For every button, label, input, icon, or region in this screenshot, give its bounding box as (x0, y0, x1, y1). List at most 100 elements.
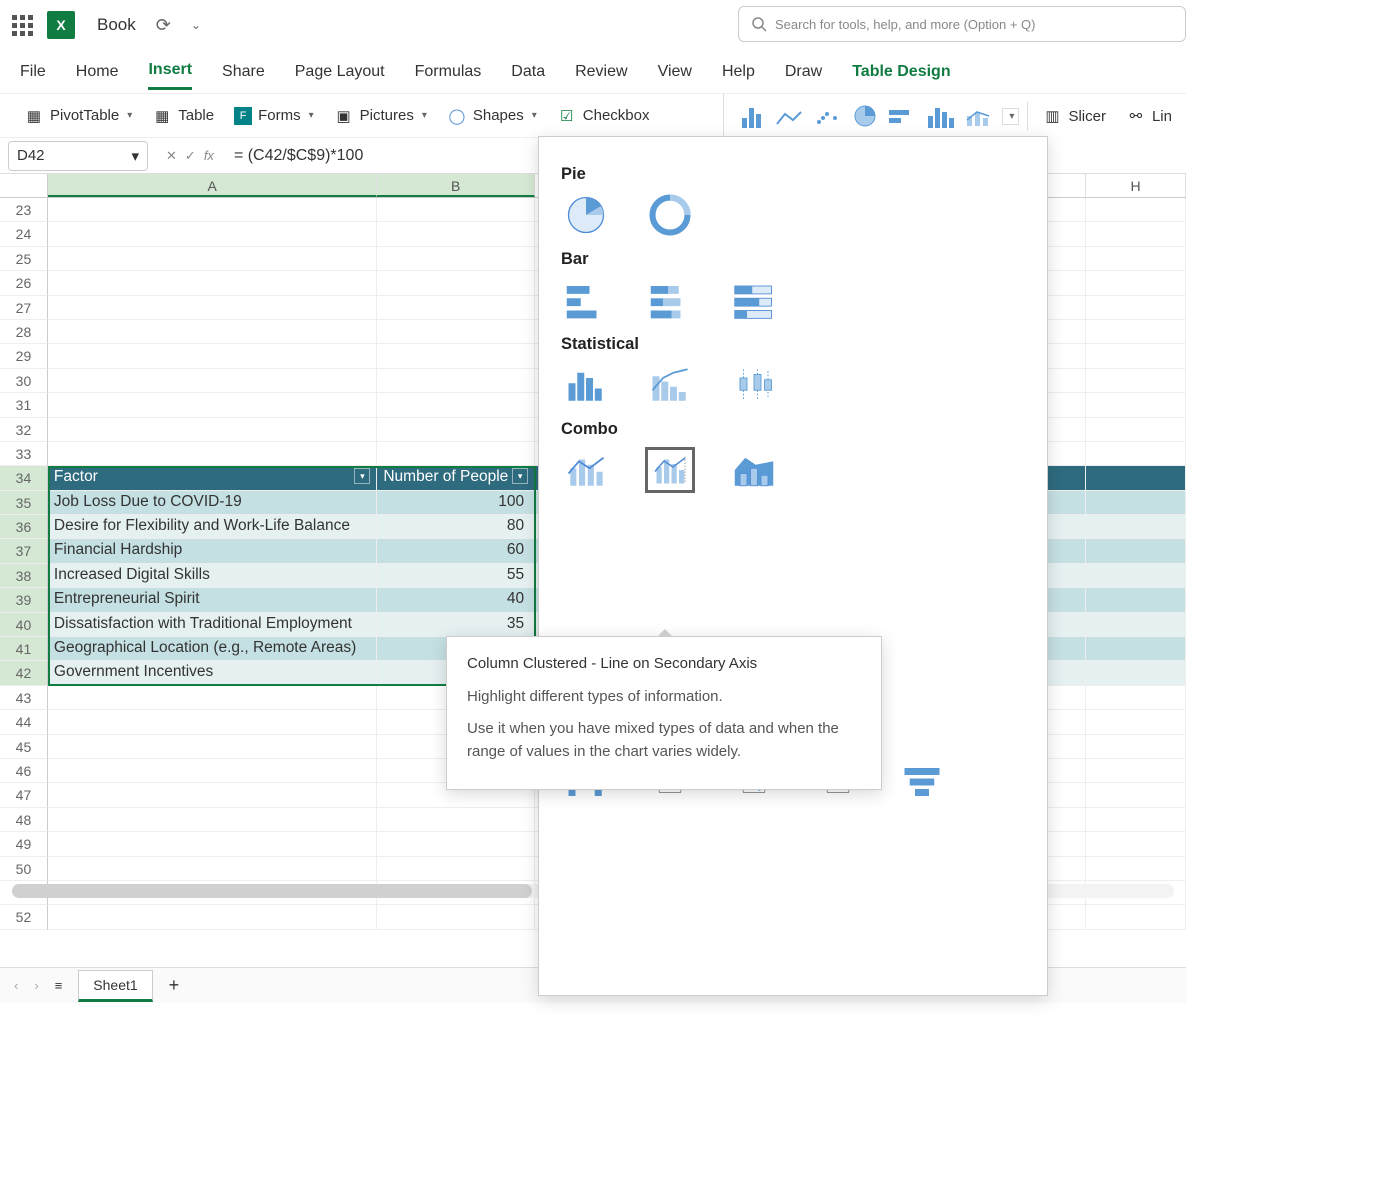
row-header[interactable]: 46 (0, 759, 48, 783)
bar-chart-icon[interactable] (888, 104, 918, 128)
cell[interactable] (1086, 661, 1186, 685)
row-header[interactable]: 28 (0, 320, 48, 344)
cell[interactable]: Factor▾ (48, 466, 377, 490)
combo-chart-icon[interactable] (964, 104, 994, 128)
all-sheets-icon[interactable]: ≡ (55, 978, 63, 993)
col-header-A[interactable]: A (48, 174, 377, 197)
cell[interactable] (48, 418, 377, 442)
cell[interactable]: 60 (377, 539, 535, 563)
bar-100stacked-option[interactable] (729, 277, 779, 323)
cell[interactable] (1086, 466, 1186, 490)
row-header[interactable]: 42 (0, 661, 48, 685)
tab-table-design[interactable]: Table Design (852, 55, 950, 89)
forms-button[interactable]: FForms▾ (228, 103, 320, 129)
cell[interactable]: Increased Digital Skills (48, 564, 377, 588)
cell[interactable] (1086, 783, 1186, 807)
search-input[interactable]: Search for tools, help, and more (Option… (738, 6, 1186, 42)
line-chart-icon[interactable] (774, 104, 804, 128)
cell[interactable] (377, 393, 535, 417)
cell[interactable] (1086, 832, 1186, 856)
row-header[interactable]: 32 (0, 418, 48, 442)
cell[interactable] (48, 783, 377, 807)
sheet-prev-icon[interactable]: ‹ (14, 978, 18, 993)
tab-help[interactable]: Help (722, 55, 755, 89)
cell[interactable] (1086, 613, 1186, 637)
cell[interactable] (1086, 320, 1186, 344)
cell[interactable]: Job Loss Due to COVID-19 (48, 491, 377, 515)
row-header[interactable]: 35 (0, 491, 48, 515)
cell[interactable] (377, 247, 535, 271)
cell[interactable]: Geographical Location (e.g., Remote Area… (48, 637, 377, 661)
row-header[interactable]: 31 (0, 393, 48, 417)
cell[interactable] (1086, 515, 1186, 539)
cell[interactable] (377, 296, 535, 320)
pareto-option[interactable] (645, 362, 695, 408)
row-header[interactable]: 38 (0, 564, 48, 588)
title-dropdown-chevron-icon[interactable]: ⌄ (191, 18, 201, 32)
cell[interactable]: Entrepreneurial Spirit (48, 588, 377, 612)
cell[interactable] (48, 686, 377, 710)
combo-clustered-line-secondary-option[interactable] (645, 447, 695, 493)
row-header[interactable]: 44 (0, 710, 48, 734)
sheet-next-icon[interactable]: › (34, 978, 38, 993)
cell[interactable]: Financial Hardship (48, 539, 377, 563)
cell[interactable] (1086, 198, 1186, 222)
slicer-button[interactable]: ▥Slicer (1036, 102, 1112, 130)
row-header[interactable]: 36 (0, 515, 48, 539)
col-header-B[interactable]: B (377, 174, 535, 197)
boxwhisker-option[interactable] (729, 362, 779, 408)
doughnut-chart-option[interactable] (645, 192, 695, 238)
row-header[interactable]: 48 (0, 808, 48, 832)
pivottable-button[interactable]: ▦PivotTable▾ (18, 102, 138, 130)
histogram-chart-icon[interactable] (926, 104, 956, 128)
cell[interactable] (48, 198, 377, 222)
row-header[interactable]: 52 (0, 905, 48, 929)
cell[interactable] (377, 344, 535, 368)
cell[interactable]: 80 (377, 515, 535, 539)
cell[interactable]: 100 (377, 491, 535, 515)
cell[interactable] (377, 271, 535, 295)
cell[interactable] (377, 320, 535, 344)
combo-clustered-line-option[interactable] (561, 447, 611, 493)
col-header-H[interactable]: H (1086, 174, 1186, 197)
cell[interactable] (1086, 857, 1186, 881)
cell[interactable]: Dissatisfaction with Traditional Employm… (48, 613, 377, 637)
cell[interactable] (377, 832, 535, 856)
combo-stacked-area-option[interactable] (729, 447, 779, 493)
cell[interactable]: Government Incentives (48, 661, 377, 685)
refresh-icon[interactable]: ⟳ (156, 15, 171, 36)
accept-formula-icon[interactable]: ✓ (185, 148, 196, 164)
cell[interactable] (48, 759, 377, 783)
cell[interactable] (1086, 905, 1186, 929)
table-button[interactable]: ▦Table (146, 102, 220, 130)
cell[interactable] (1086, 686, 1186, 710)
cell[interactable] (1086, 735, 1186, 759)
cell[interactable] (1086, 808, 1186, 832)
cell[interactable]: Desire for Flexibility and Work-Life Bal… (48, 515, 377, 539)
tab-home[interactable]: Home (76, 55, 119, 89)
funnel-option[interactable] (897, 759, 947, 805)
bar-stacked-option[interactable] (645, 277, 695, 323)
cell[interactable] (1086, 491, 1186, 515)
cell[interactable] (48, 808, 377, 832)
cell[interactable]: 55 (377, 564, 535, 588)
cell[interactable] (1086, 418, 1186, 442)
shapes-button[interactable]: ◯Shapes▾ (441, 102, 543, 130)
tab-draw[interactable]: Draw (785, 55, 822, 89)
cell[interactable] (1086, 344, 1186, 368)
row-header[interactable]: 47 (0, 783, 48, 807)
tab-review[interactable]: Review (575, 55, 627, 89)
cell[interactable] (1086, 710, 1186, 734)
cell[interactable] (1086, 759, 1186, 783)
add-sheet-icon[interactable]: + (169, 975, 180, 996)
cell[interactable] (1086, 271, 1186, 295)
chart-more-dropdown[interactable]: ▾ (1002, 108, 1019, 125)
row-header[interactable]: 49 (0, 832, 48, 856)
tab-file[interactable]: File (20, 55, 46, 89)
column-chart-icon[interactable] (736, 104, 766, 128)
row-header[interactable]: 37 (0, 539, 48, 563)
cell[interactable] (1086, 296, 1186, 320)
tab-view[interactable]: View (658, 55, 692, 89)
row-header[interactable]: 39 (0, 588, 48, 612)
document-title[interactable]: Book (97, 15, 136, 35)
